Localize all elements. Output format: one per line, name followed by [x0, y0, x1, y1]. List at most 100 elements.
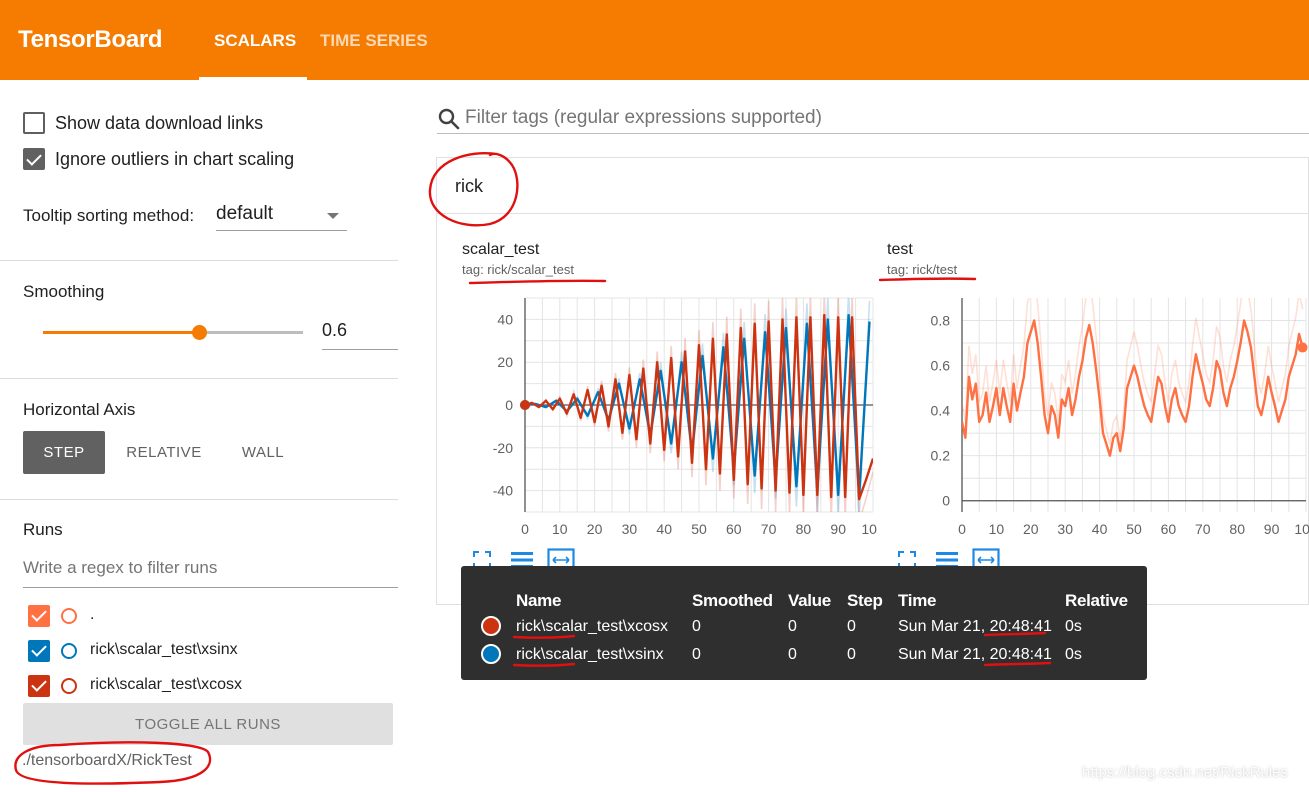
hover-point: [520, 400, 530, 410]
chart-title: scalar_test: [462, 241, 540, 258]
x-tick-label: 80: [1229, 521, 1245, 537]
smoothing-label: Smoothing: [23, 282, 105, 301]
plot-area: [962, 298, 1304, 457]
run-checkbox-xsinx[interactable]: [28, 640, 50, 662]
tooltip-sorting-label: Tooltip sorting method:: [23, 206, 195, 225]
log-directory: ./tensorboardX/RickTest: [22, 752, 192, 769]
watermark: https://blog.csdn.net/RickRules: [1082, 764, 1288, 781]
x-tick-label: 20: [587, 521, 603, 537]
run-label-root: .: [90, 606, 95, 623]
y-tick-label: -20: [493, 440, 513, 456]
chart-tooltip: Name Smoothed Value Step Time Relative r…: [461, 566, 1147, 680]
top-app-bar: TensorBoard SCALARS TIME SERIES: [0, 0, 1309, 80]
run-color-dot[interactable]: [61, 678, 77, 694]
y-tick-label: 0.8: [931, 313, 951, 329]
y-tick-label: 0: [505, 397, 513, 413]
tooltip-row-value: 0: [788, 618, 797, 635]
toggle-all-runs-button[interactable]: TOGGLE ALL RUNS: [23, 703, 393, 745]
tooltip-row-time: Sun Mar 21, 20:48:41: [898, 618, 1052, 635]
tag-group-card: rick scalar_test tag: rick/scalar_test t…: [436, 157, 1309, 605]
run-checkbox-xcosx[interactable]: [28, 675, 50, 697]
chart-tag: tag: rick/test: [887, 262, 958, 277]
show-download-links-checkbox[interactable]: [23, 112, 45, 134]
chart-scalar-test[interactable]: 0 10 20 30 40 50 60 70 80 90 100 40 20 0 -20 -40: [457, 288, 877, 548]
tooltip-sorting-value: default: [216, 203, 274, 224]
ignore-outliers-label: Ignore outliers in chart scaling: [55, 149, 295, 169]
axis-step-button[interactable]: STEP: [23, 431, 105, 474]
tab-scalars[interactable]: SCALARS: [214, 31, 296, 51]
axis-relative-button[interactable]: RELATIVE: [118, 431, 210, 474]
chart-title: test: [887, 241, 913, 258]
y-tick-label: 0: [942, 493, 950, 509]
tooltip-row-step: 0: [847, 646, 856, 663]
sidebar-divider: [0, 260, 398, 261]
search-icon: [438, 108, 460, 130]
runs-filter-placeholder: Write a regex to filter runs: [23, 558, 218, 577]
tab-time-series[interactable]: TIME SERIES: [320, 31, 428, 51]
x-tick-label: 50: [1126, 521, 1142, 537]
chart-test[interactable]: 0 10 20 30 40 50 60 70 80 90 100 0.8 0.6 0.4 0.2 0: [882, 288, 1309, 548]
tooltip-header-value: Value: [788, 591, 831, 610]
runs-filter-input[interactable]: Write a regex to filter runs: [23, 558, 398, 588]
x-tick-label: 70: [761, 521, 777, 537]
tooltip-row-smoothed: 0: [692, 646, 701, 663]
x-tick-label: 100: [861, 521, 877, 537]
x-tick-label: 90: [1264, 521, 1280, 537]
tooltip-row-relative: 0s: [1065, 646, 1082, 663]
y-tick-label: 20: [497, 354, 513, 370]
run-color-dot[interactable]: [61, 643, 77, 659]
x-tick-label: 70: [1195, 521, 1211, 537]
x-tick-label: 10: [552, 521, 568, 537]
tooltip-row-value: 0: [788, 646, 797, 663]
tooltip-row-name: rick\scalar_test\xsinx: [516, 646, 664, 663]
chart-tag: tag: rick/scalar_test: [462, 262, 574, 277]
runs-label: Runs: [23, 520, 63, 539]
hover-point: [1297, 342, 1308, 353]
tooltip-run-color: [481, 644, 501, 664]
x-tick-label: 50: [691, 521, 707, 537]
group-divider: [437, 213, 1309, 214]
tooltip-row-smoothed: 0: [692, 618, 701, 635]
x-tick-label: 0: [958, 521, 966, 537]
show-download-links-label: Show data download links: [55, 113, 264, 133]
horizontal-axis-label: Horizontal Axis: [23, 400, 136, 419]
sidebar: Show data download links Ignore outliers…: [0, 80, 400, 792]
tooltip-header-time: Time: [898, 591, 937, 610]
tooltip-header-name: Name: [516, 591, 562, 610]
x-tick-label: 0: [521, 521, 529, 537]
x-tick-label: 80: [796, 521, 812, 537]
x-tick-label: 100: [1294, 521, 1309, 537]
series-raw-line: [962, 298, 1304, 445]
tag-group-name[interactable]: rick: [455, 176, 483, 197]
tooltip-row-relative: 0s: [1065, 618, 1082, 635]
tooltip-row-name: rick\scalar_test\xcosx: [516, 618, 669, 635]
x-tick-label: 40: [656, 521, 672, 537]
tooltip-row-time: Sun Mar 21, 20:48:41: [898, 646, 1052, 663]
sidebar-divider: [0, 378, 398, 379]
run-label-xsinx: rick\scalar_test\xsinx: [90, 641, 238, 658]
sidebar-divider: [0, 499, 398, 500]
axis-wall-button[interactable]: WALL: [226, 431, 300, 474]
x-tick-label: 20: [1023, 521, 1039, 537]
ignore-outliers-checkbox[interactable]: [23, 148, 45, 170]
tag-filter-bar[interactable]: Filter tags (regular expressions support…: [437, 102, 1309, 134]
x-tick-label: 60: [726, 521, 742, 537]
run-color-dot[interactable]: [61, 608, 77, 624]
tooltip-run-color: [481, 616, 501, 636]
smoothing-value: 0.6: [322, 320, 348, 340]
x-tick-label: 60: [1161, 521, 1177, 537]
tooltip-row-step: 0: [847, 618, 856, 635]
y-tick-label: 0.2: [931, 448, 951, 464]
run-checkbox-root[interactable]: [28, 605, 50, 627]
x-tick-label: 30: [622, 521, 638, 537]
tooltip-sorting-select[interactable]: default: [216, 203, 347, 231]
run-label-xcosx: rick\scalar_test\xcosx: [90, 676, 243, 693]
tag-filter-placeholder: Filter tags (regular expressions support…: [465, 107, 822, 128]
smoothing-slider-thumb[interactable]: [191, 325, 207, 340]
y-tick-label: 0.6: [931, 358, 951, 374]
smoothing-slider-fill: [43, 331, 199, 334]
y-tick-label: -40: [493, 483, 513, 499]
smoothing-value-input[interactable]: 0.6: [322, 320, 398, 350]
chevron-down-icon: [327, 213, 339, 219]
y-tick-label: 40: [497, 311, 513, 327]
